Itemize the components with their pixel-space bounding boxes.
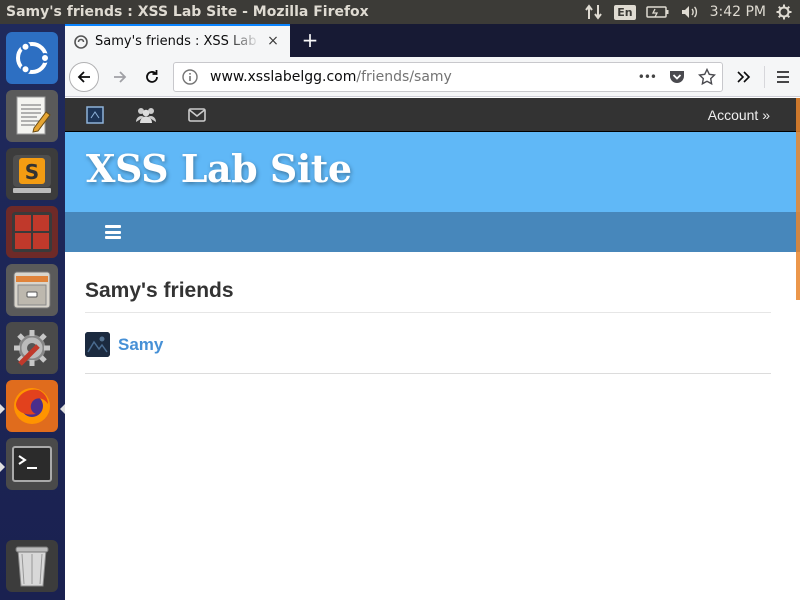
site-menu-icon[interactable] [105,225,121,239]
page-scrollbar[interactable] [796,98,800,300]
forward-button[interactable] [105,62,135,92]
network-icon[interactable] [584,2,604,22]
clock[interactable]: 3:42 PM [710,2,766,22]
workspace-switcher-launcher[interactable] [6,206,58,258]
site-info-icon[interactable] [182,69,198,85]
file-cabinet-icon [13,271,51,309]
friends-icon[interactable] [135,105,157,125]
text-editor-launcher[interactable] [6,90,58,142]
chevron-double-right-icon [737,71,751,83]
back-arrow-icon [77,71,90,83]
volume-icon[interactable] [680,2,700,22]
tab-bar: Samy's friends : XSS Lab Site × + [65,24,800,57]
power-gear-icon[interactable] [776,2,792,22]
friend-avatar[interactable] [85,332,110,357]
reload-button[interactable] [137,62,167,92]
bookmark-star-icon[interactable] [698,68,716,86]
friend-name-link[interactable]: Samy [118,335,163,355]
sublime-text-icon: S [13,155,51,193]
messages-envelope-icon[interactable] [187,105,207,125]
web-page: Account » XSS Lab Site Samy's friends Sa… [65,98,800,600]
indicator-area: En 3:42 PM [584,0,800,24]
firefox-window: Samy's friends : XSS Lab Site × + www.xs… [65,24,800,600]
url-path: /friends/samy [356,69,452,85]
tab-title: Samy's friends : XSS Lab Site [95,34,260,49]
tab-close-icon[interactable]: × [266,34,280,48]
launcher: S [0,24,65,600]
toolbar-separator [764,66,765,88]
url-text[interactable]: www.xsslabelgg.com/friends/samy [210,69,452,85]
top-panel: Samy's friends : XSS Lab Site - Mozilla … [0,0,800,24]
url-host: www.xsslabelgg.com [210,69,357,85]
elgg-topbar: Account » [65,98,800,132]
pocket-icon[interactable] [668,68,686,86]
battery-icon[interactable] [645,2,670,22]
url-bar[interactable]: www.xsslabelgg.com/friends/samy ••• [173,62,723,92]
window-title: Samy's friends : XSS Lab Site - Mozilla … [6,4,369,20]
navigation-toolbar: www.xsslabelgg.com/friends/samy ••• [65,57,800,97]
toolbar-overflow-button[interactable] [729,62,757,92]
sublime-text-launcher[interactable]: S [6,148,58,200]
back-button[interactable] [69,62,99,92]
ubuntu-logo-icon [16,41,50,75]
site-favicon-icon [74,34,88,49]
tab-samys-friends[interactable]: Samy's friends : XSS Lab Site × [65,24,290,57]
text-editor-icon [16,96,51,135]
forward-arrow-icon [114,71,127,83]
trash-icon [15,546,49,587]
svg-text:S: S [25,160,39,184]
site-header: XSS Lab Site [65,132,800,212]
system-settings-launcher[interactable] [6,322,58,374]
hamburger-menu-icon [777,71,789,83]
trash-launcher[interactable] [6,540,58,592]
new-tab-button[interactable]: + [297,27,323,53]
open-menu-button[interactable] [769,62,797,92]
firefox-launcher[interactable] [6,380,58,432]
running-indicator-terminal [0,462,5,472]
files-launcher[interactable] [6,264,58,316]
page-title: Samy's friends [85,279,771,313]
reload-icon [146,70,158,83]
page-actions-button[interactable]: ••• [638,68,657,86]
url-bar-actions: ••• [638,68,716,86]
firefox-icon [14,388,50,424]
settings-wrench-icon [14,330,50,366]
running-indicator-firefox [0,404,5,414]
account-menu-link[interactable]: Account » [708,98,770,132]
keyboard-layout-indicator[interactable]: En [614,2,636,22]
terminal-launcher[interactable] [6,438,58,490]
ubuntu-dash-button[interactable] [6,32,58,84]
workspace-switcher-icon [12,212,52,252]
site-title[interactable]: XSS Lab Site [86,146,352,191]
site-navigation-bar [65,212,800,252]
elgg-logo-icon[interactable] [85,105,105,125]
friend-list-item: Samy [85,313,771,374]
terminal-icon [12,446,52,482]
main-content: Samy's friends Samy [85,252,771,374]
keyboard-layout-label: En [614,4,636,20]
